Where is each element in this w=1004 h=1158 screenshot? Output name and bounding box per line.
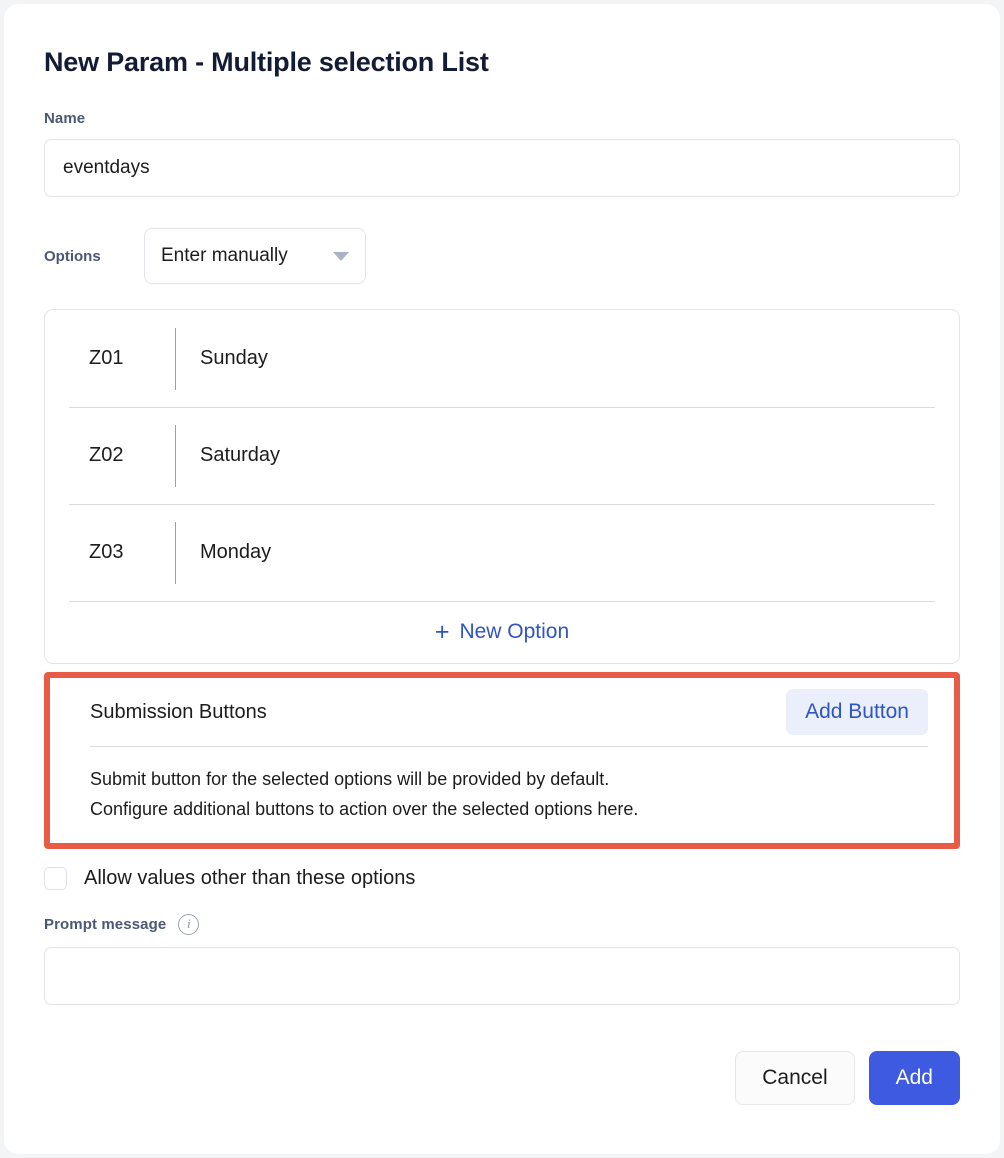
option-label: Saturday: [200, 444, 281, 467]
option-code: Z01: [89, 347, 124, 370]
add-button[interactable]: Add: [868, 1050, 960, 1105]
submission-buttons-header: Submission Buttons Add Button: [68, 678, 936, 746]
option-code: Z02: [89, 444, 124, 467]
options-list: Z01 Sunday Z02 Saturday Z03 Monday + New…: [44, 309, 960, 665]
table-row[interactable]: Z02 Saturday: [45, 407, 959, 504]
allow-other-values-label: Allow values other than these options: [84, 866, 416, 889]
options-label: Options: [44, 247, 101, 265]
submission-description-line-2: Configure additional buttons to action o…: [90, 799, 639, 820]
dialog-footer: Cancel Add: [44, 1050, 960, 1105]
option-code: Z03: [89, 541, 124, 564]
new-option-button[interactable]: + New Option: [425, 616, 579, 649]
submission-buttons-highlight: Submission Buttons Add Button Submit but…: [44, 672, 960, 849]
new-option-row: + New Option: [45, 601, 959, 663]
options-source-value: Enter manually: [161, 245, 288, 267]
table-row[interactable]: Z01 Sunday: [45, 310, 959, 407]
options-selector-group: Options Enter manually: [44, 227, 960, 285]
new-option-label: New Option: [459, 620, 570, 644]
info-circle-icon[interactable]: i: [178, 913, 200, 935]
row-divider: [175, 327, 176, 390]
name-field-group: Name: [44, 110, 960, 198]
prompt-message-label: Prompt message: [44, 915, 167, 933]
cancel-button[interactable]: Cancel: [735, 1050, 855, 1105]
page-title: New Param - Multiple selection List: [44, 47, 489, 77]
row-divider: [175, 424, 176, 487]
submission-buttons-description: Submit button for the selected options w…: [68, 747, 936, 842]
submission-buttons-title: Submission Buttons: [90, 700, 267, 723]
new-param-dialog: New Param - Multiple selection List Name…: [4, 4, 1000, 1154]
option-label: Monday: [200, 541, 272, 564]
prompt-message-input[interactable]: [44, 946, 960, 1005]
plus-icon: +: [434, 617, 450, 646]
allow-other-values-checkbox[interactable]: [44, 866, 67, 890]
page-background: New Param - Multiple selection List Name…: [0, 0, 1004, 1158]
options-source-select[interactable]: Enter manually: [144, 228, 366, 285]
table-row[interactable]: Z03 Monday: [45, 504, 959, 601]
submission-buttons-card: Submission Buttons Add Button Submit but…: [50, 678, 954, 843]
row-divider: [175, 521, 176, 584]
name-input[interactable]: [44, 139, 960, 198]
prompt-message-group: Prompt message i: [44, 913, 960, 1005]
allow-other-values-row: Allow values other than these options: [44, 866, 960, 890]
chevron-down-icon: [307, 251, 349, 261]
name-label: Name: [44, 110, 86, 128]
option-label: Sunday: [200, 347, 268, 370]
submission-description-line-1: Submit button for the selected options w…: [90, 769, 610, 790]
add-button-button[interactable]: Add Button: [786, 689, 928, 736]
